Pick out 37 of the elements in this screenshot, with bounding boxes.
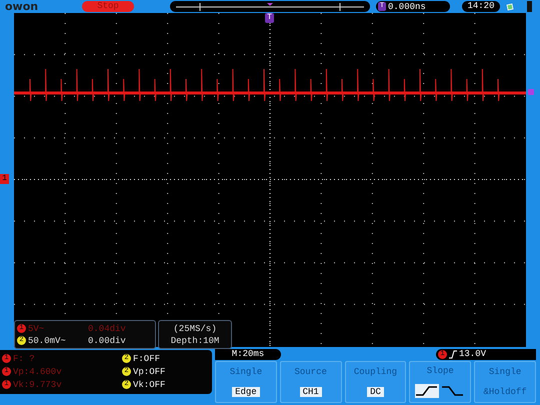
clock: 14:20: [462, 1, 500, 12]
channel-scale: 5V~: [28, 324, 46, 334]
menu-button[interactable]: Coupling DC: [344, 361, 406, 403]
memory-depth: Depth:10M: [170, 334, 220, 346]
menu-button[interactable]: Single Edge: [215, 361, 277, 403]
menu-title: Slope: [426, 366, 454, 376]
menu-title: Coupling: [354, 367, 398, 377]
falling-slope-option[interactable]: [441, 384, 466, 398]
trigger-marker: T: [265, 13, 274, 23]
measurement-value: Vk:9.773v: [13, 380, 62, 390]
measurement-value: F:OFF: [133, 354, 160, 364]
channel-position: 0.04div: [88, 324, 126, 334]
trigger-level-icon: [528, 89, 534, 95]
rising-edge-icon: [449, 350, 457, 358]
menu-title: Single: [230, 367, 262, 377]
trigger-position: 0.000ns: [388, 2, 426, 12]
status-icon: [506, 2, 514, 10]
measurement-value: F: ?: [13, 354, 35, 364]
menu-value: Edge: [232, 387, 260, 397]
indicator-icon: [527, 1, 532, 12]
measurement-value: Vk:OFF: [133, 380, 166, 390]
trigger-level: 13.0V: [459, 349, 486, 359]
menu-value: CH1: [300, 387, 322, 397]
menu-title: Single: [488, 367, 522, 377]
rising-slope-option[interactable]: [415, 384, 440, 398]
channel-scale: 50.0mV~: [28, 336, 67, 346]
menu-title: &Holdoff: [483, 387, 527, 397]
menu-button[interactable]: Source CH1: [280, 361, 342, 403]
menu-value: DC: [367, 387, 384, 397]
sample-rate: (25MS/s): [173, 322, 217, 334]
channel-position: 0.00div: [88, 336, 126, 346]
measurement-value: Vp:4.600v: [13, 366, 62, 376]
channel-marker: 1: [0, 174, 9, 184]
measurement-value: Vp:OFF: [133, 366, 166, 376]
brand-logo: owon: [5, 2, 40, 12]
timebase-readout: M:20ms: [215, 348, 281, 360]
menu-title: Source: [294, 367, 327, 377]
